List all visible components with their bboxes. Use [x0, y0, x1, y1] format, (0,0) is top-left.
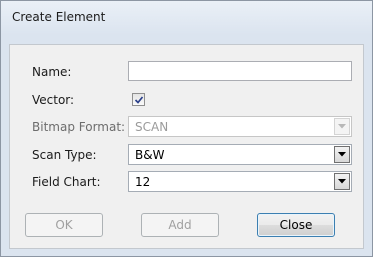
- name-input[interactable]: [128, 61, 352, 81]
- name-label: Name:: [32, 65, 72, 79]
- checkmark-icon: [134, 96, 144, 104]
- create-element-dialog: Create Element Name: Vector: Bitmap Form…: [0, 0, 373, 257]
- scan-type-select[interactable]: B&W: [128, 144, 352, 165]
- field-chart-dropdown-button[interactable]: [334, 173, 350, 190]
- bitmap-format-dropdown-button: [334, 118, 350, 135]
- vector-label: Vector:: [32, 93, 75, 107]
- chevron-down-icon: [338, 124, 346, 129]
- chevron-down-icon: [338, 152, 346, 157]
- title-bar[interactable]: Create Element: [1, 1, 372, 35]
- bitmap-format-select: SCAN: [128, 116, 352, 137]
- field-chart-label: Field Chart:: [32, 175, 101, 189]
- dialog-title: Create Element: [12, 10, 106, 24]
- scan-type-dropdown-button[interactable]: [334, 146, 350, 163]
- scan-type-label: Scan Type:: [32, 148, 97, 162]
- scan-type-value: B&W: [135, 148, 165, 162]
- field-chart-value: 12: [135, 175, 151, 189]
- add-button[interactable]: Add: [141, 213, 219, 237]
- bitmap-format-value: SCAN: [135, 120, 169, 134]
- field-chart-select[interactable]: 12: [128, 171, 352, 192]
- vector-checkbox[interactable]: [132, 93, 145, 106]
- close-button[interactable]: Close: [257, 213, 335, 237]
- ok-button[interactable]: OK: [25, 213, 103, 237]
- chevron-down-icon: [338, 179, 346, 184]
- bitmap-format-label: Bitmap Format:: [32, 120, 126, 134]
- dialog-body: Name: Vector: Bitmap Format: SCAN Scan T…: [9, 44, 364, 249]
